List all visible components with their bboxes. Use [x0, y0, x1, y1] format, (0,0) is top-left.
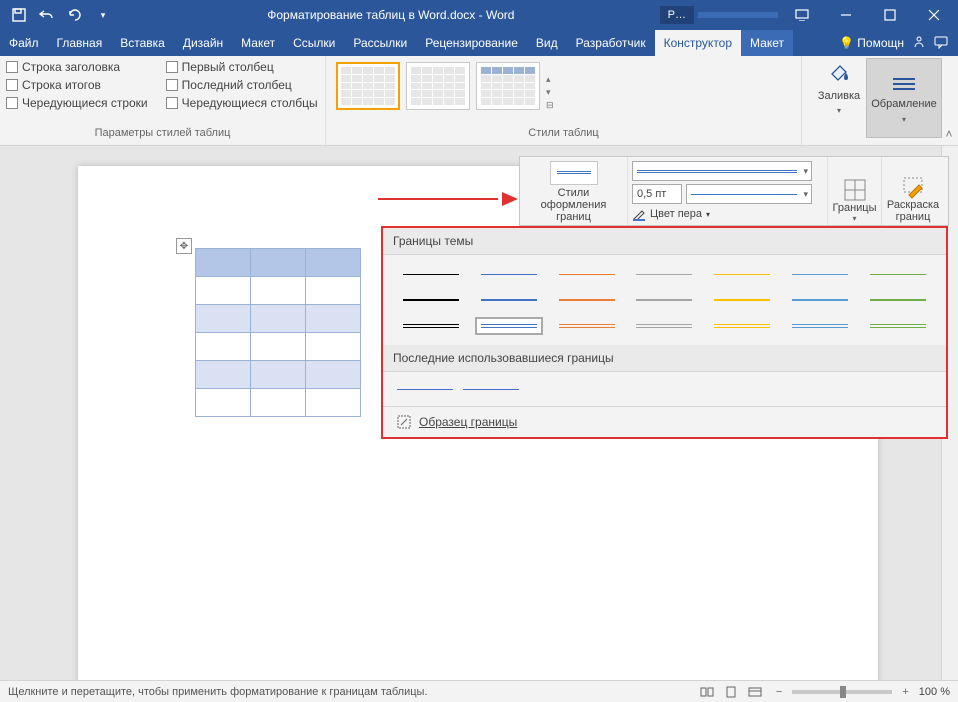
- minimize-button[interactable]: [826, 0, 866, 30]
- border-swatch[interactable]: [553, 291, 621, 309]
- sample-table[interactable]: [195, 248, 361, 417]
- gallery-down[interactable]: ▾: [546, 87, 554, 98]
- border-swatch[interactable]: [864, 265, 932, 283]
- tab-file[interactable]: Файл: [0, 30, 48, 56]
- border-swatch[interactable]: [475, 291, 543, 309]
- border-swatch[interactable]: [864, 317, 932, 335]
- maximize-button[interactable]: [870, 0, 910, 30]
- tab-view[interactable]: Вид: [527, 30, 567, 56]
- border-swatch[interactable]: [786, 317, 854, 335]
- gallery-up[interactable]: ▴: [546, 74, 554, 85]
- check-total-row[interactable]: Строка итогов: [6, 78, 148, 92]
- account-name[interactable]: [698, 12, 778, 18]
- tab-insert[interactable]: Вставка: [111, 30, 174, 56]
- save-button[interactable]: [6, 2, 32, 28]
- title-bar: ▾ Форматирование таблиц в Word.docx - Wo…: [0, 0, 958, 30]
- table-style-2[interactable]: [406, 62, 470, 110]
- table-move-handle[interactable]: ✥: [176, 238, 192, 254]
- gallery-more[interactable]: ⊟: [546, 100, 554, 111]
- view-web-layout[interactable]: [744, 683, 766, 701]
- border-swatch[interactable]: [397, 265, 465, 283]
- border-swatch[interactable]: [397, 291, 465, 309]
- zoom-out[interactable]: −: [776, 686, 782, 698]
- section-recent-borders: Последние использовавшиеся границы: [383, 345, 946, 372]
- border-swatch[interactable]: [708, 265, 776, 283]
- border-styles-panel: Границы темы Последние использовавшиеся …: [381, 226, 948, 439]
- pen-color-button[interactable]: Цвет пера▾: [632, 207, 823, 221]
- line-style-select[interactable]: [632, 161, 812, 181]
- border-swatch[interactable]: [553, 265, 621, 283]
- table-style-gallery[interactable]: [332, 58, 544, 127]
- line-weight-select[interactable]: 0,5 пт: [632, 184, 682, 204]
- ribbon: Строка заголовка Строка итогов Чередующи…: [0, 56, 958, 146]
- tab-review[interactable]: Рецензирование: [416, 30, 527, 56]
- tab-references[interactable]: Ссылки: [284, 30, 344, 56]
- border-swatch[interactable]: [397, 317, 465, 335]
- border-swatch-recent[interactable]: [463, 380, 519, 398]
- annotation-arrow: [378, 192, 518, 206]
- share-button[interactable]: [912, 35, 926, 52]
- border-swatch[interactable]: [708, 317, 776, 335]
- tab-layout[interactable]: Макет: [232, 30, 284, 56]
- tab-table-design[interactable]: Конструктор: [655, 30, 741, 56]
- ribbon-collapse[interactable]: ˄: [940, 56, 958, 145]
- border-swatch[interactable]: [864, 291, 932, 309]
- ribbon-tabs: Файл Главная Вставка Дизайн Макет Ссылки…: [0, 30, 958, 56]
- check-banded-rows[interactable]: Чередующиеся строки: [6, 96, 148, 110]
- border-swatch[interactable]: [631, 291, 699, 309]
- border-swatch-recent[interactable]: [397, 380, 453, 398]
- line-weight-preview[interactable]: [686, 184, 812, 204]
- table-style-3[interactable]: [476, 62, 540, 110]
- section-theme-borders: Границы темы: [383, 228, 946, 255]
- close-button[interactable]: [914, 0, 954, 30]
- check-banded-cols[interactable]: Чередующиеся столбцы: [166, 96, 318, 110]
- view-read-mode[interactable]: [696, 683, 718, 701]
- border-swatch[interactable]: [708, 291, 776, 309]
- border-swatch[interactable]: [631, 265, 699, 283]
- border-painter-button[interactable]: Раскраска границ: [882, 157, 944, 225]
- check-header-row[interactable]: Строка заголовка: [6, 60, 148, 74]
- tab-home[interactable]: Главная: [48, 30, 112, 56]
- zoom-in[interactable]: +: [902, 686, 908, 698]
- account-badge[interactable]: Р…: [660, 6, 694, 24]
- quick-access-toolbar: ▾: [0, 2, 122, 28]
- group-label-table-styles: Стили таблиц: [332, 127, 795, 145]
- view-print-layout[interactable]: [720, 683, 742, 701]
- group-label-style-options: Параметры стилей таблиц: [6, 127, 319, 145]
- border-swatch[interactable]: [475, 265, 543, 283]
- border-tools-ribbon: Стили оформления границ 0,5 пт Цвет пера…: [519, 156, 949, 226]
- check-last-col[interactable]: Последний столбец: [166, 78, 318, 92]
- ribbon-display-options[interactable]: [782, 0, 822, 30]
- check-first-col[interactable]: Первый столбец: [166, 60, 318, 74]
- status-bar: Щелкните и перетащите, чтобы применить ф…: [0, 680, 958, 702]
- undo-button[interactable]: [34, 2, 60, 28]
- tab-table-layout[interactable]: Макет: [741, 30, 793, 56]
- border-swatch[interactable]: [786, 291, 854, 309]
- zoom-slider[interactable]: [792, 690, 892, 694]
- redo-button[interactable]: [62, 2, 88, 28]
- tab-mailings[interactable]: Рассылки: [344, 30, 416, 56]
- borders-button[interactable]: Обрамление ▾: [866, 58, 942, 138]
- qat-customize[interactable]: ▾: [90, 2, 116, 28]
- window-title: Форматирование таблиц в Word.docx - Word: [122, 8, 660, 22]
- zoom-level[interactable]: 100 %: [919, 686, 950, 698]
- tab-design[interactable]: Дизайн: [174, 30, 232, 56]
- border-swatch[interactable]: [475, 317, 543, 335]
- border-styles-dropdown[interactable]: Стили оформления границ: [520, 157, 628, 225]
- table-style-1[interactable]: [336, 62, 400, 110]
- border-swatch[interactable]: [786, 265, 854, 283]
- border-sample-button[interactable]: Образец границы: [383, 406, 946, 437]
- comments-button[interactable]: [934, 35, 948, 52]
- border-swatch[interactable]: [553, 317, 621, 335]
- borders-menu-button[interactable]: Границы ▾: [828, 157, 882, 225]
- border-swatch[interactable]: [631, 317, 699, 335]
- tell-me[interactable]: 💡 Помощн: [839, 36, 904, 50]
- status-message: Щелкните и перетащите, чтобы применить ф…: [8, 686, 686, 698]
- tab-developer[interactable]: Разработчик: [567, 30, 655, 56]
